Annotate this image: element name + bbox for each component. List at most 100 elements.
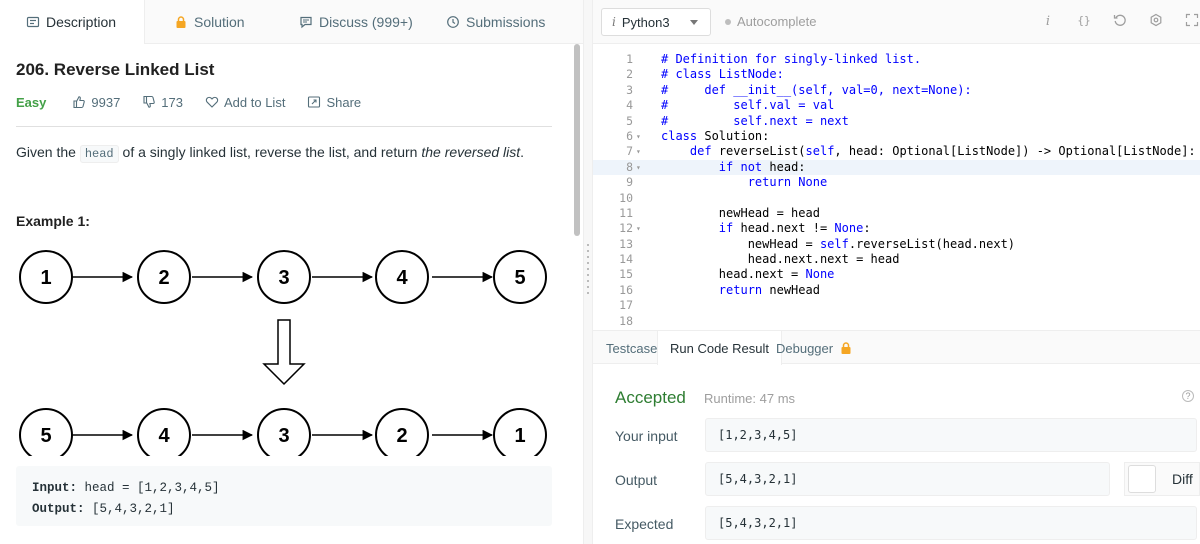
code-line: 12 ▾ if head.next != None:	[593, 221, 1200, 236]
tab-testcase[interactable]: Testcase	[606, 331, 657, 365]
code-line: 1 # Definition for singly-linked list.	[593, 52, 1200, 67]
line-number: 3	[626, 82, 633, 97]
pane-splitter[interactable]	[583, 0, 593, 544]
fullscreen-button[interactable]	[1184, 12, 1200, 28]
tab-discuss-label: Discuss (999+)	[319, 14, 413, 30]
code-text: newHead = self.reverseList(head.next)	[661, 236, 1016, 251]
result-status: Accepted	[615, 388, 686, 407]
expected-value: [5,4,3,2,1]	[718, 516, 798, 530]
braces-icon: {}	[1077, 14, 1090, 27]
code-line: 6 ▾ class Solution:	[593, 129, 1200, 144]
result-tabs: Testcase Run Code Result Debugger	[593, 330, 1200, 365]
tab-run-code-result[interactable]: Run Code Result	[657, 331, 782, 365]
svg-text:i: i	[1046, 14, 1050, 27]
code-editor[interactable]: 1 # Definition for singly-linked list. 2 # …	[593, 52, 1200, 330]
tab-solution[interactable]: Solution	[174, 0, 245, 44]
diff-toggle[interactable]: Diff	[1124, 462, 1200, 496]
diff-switch[interactable]	[1128, 465, 1156, 493]
line-number: 13	[619, 236, 633, 251]
code-text: newHead = head	[661, 205, 820, 220]
example-output: Output: [5,4,3,2,1]	[32, 499, 536, 520]
line-number: 2	[626, 67, 633, 82]
list-node: 5	[19, 408, 73, 456]
code-text: # self.val = val	[661, 98, 835, 113]
settings-button[interactable]	[1148, 12, 1164, 28]
lock-icon	[176, 16, 186, 28]
like-count: 9937	[91, 94, 121, 110]
code-line: 15 head.next = None	[593, 267, 1200, 282]
code-line: 10	[593, 191, 1200, 206]
line-number: 5	[626, 113, 633, 128]
language-select[interactable]: i Python3	[601, 8, 711, 36]
reset-button[interactable]	[1112, 12, 1128, 28]
editor-panel: i Python3 Autocomplete i {} 1 # Definitio…	[593, 0, 1200, 544]
tab-discuss[interactable]: Discuss (999+)	[299, 0, 413, 44]
autocomplete-label: Autocomplete	[737, 14, 817, 29]
svg-text:{}: {}	[1077, 14, 1090, 27]
code-text: head.next.next = head	[661, 252, 900, 267]
format-button[interactable]: {}	[1076, 12, 1092, 28]
difficulty-badge: Easy	[16, 94, 47, 110]
code-text: if not head:	[718, 159, 806, 174]
line-number: 17	[619, 298, 633, 313]
example-output-value: [5,4,3,2,1]	[84, 502, 175, 516]
code-text: # Definition for singly-linked list.	[661, 52, 922, 66]
line-number: 7	[626, 144, 633, 159]
description-scrollbar[interactable]	[574, 44, 580, 236]
diff-label: Diff	[1172, 471, 1193, 487]
dislike-button[interactable]: 173	[142, 95, 183, 110]
diagram-top-row: 1 2 3 4 5	[19, 250, 547, 304]
desc-text: Given the	[16, 144, 80, 160]
list-node: 3	[257, 250, 311, 304]
drag-handle-icon	[587, 244, 589, 294]
node-value: 4	[158, 425, 170, 447]
reset-icon	[1113, 14, 1126, 26]
code-text: return newHead	[718, 282, 820, 297]
expected-value-box: [5,4,3,2,1]	[705, 506, 1197, 540]
fold-toggle-icon[interactable]: ▾	[636, 221, 641, 236]
share-button[interactable]: Share	[307, 95, 361, 110]
share-icon	[308, 96, 321, 108]
help-icon[interactable]: ?	[1182, 390, 1194, 402]
list-node: 2	[375, 408, 429, 456]
fold-toggle-icon[interactable]: ▾	[636, 129, 641, 144]
code-text: # self.next = next	[661, 113, 849, 128]
node-value: 2	[158, 267, 169, 289]
tab-testcase-label: Testcase	[606, 340, 658, 356]
tab-submissions[interactable]: Submissions	[446, 0, 545, 44]
output-value: [5,4,3,2,1]	[718, 472, 798, 486]
problem-title: 206. Reverse Linked List	[16, 60, 215, 79]
node-value: 5	[40, 425, 51, 447]
fold-toggle-icon[interactable]: ▾	[636, 144, 641, 159]
linked-list-diagram: 1 2 3 4 5 5 4 3 2 1	[19, 250, 547, 456]
toggle-dot-icon	[725, 18, 731, 25]
code-line: 17	[593, 298, 1200, 313]
line-number: 6	[626, 128, 633, 143]
code-line: 5 # self.next = next	[593, 114, 1200, 129]
output-label: Output	[615, 472, 658, 488]
problem-tabs: Description Solution Discuss (999+) Subm…	[0, 0, 583, 44]
tab-debugger-label: Debugger	[776, 340, 834, 356]
thumbs-down-icon	[143, 95, 156, 108]
add-to-list-button[interactable]: Add to List	[205, 95, 285, 110]
autocomplete-toggle[interactable]: Autocomplete	[725, 14, 817, 29]
desc-text: of a singly linked list, reverse the lis…	[118, 144, 422, 160]
tab-debugger[interactable]: Debugger	[776, 331, 853, 365]
problem-meta: Easy 9937 173 Add to List Share	[16, 92, 383, 112]
like-button[interactable]: 9937	[72, 95, 120, 110]
fold-toggle-icon[interactable]: ▾	[636, 160, 641, 175]
node-value: 1	[40, 267, 51, 289]
info-button[interactable]: i	[1040, 12, 1056, 28]
tab-description[interactable]: Description	[0, 0, 145, 44]
code-text: # class ListNode:	[661, 67, 784, 82]
tab-solution-label: Solution	[194, 14, 245, 30]
gear-icon	[1150, 13, 1162, 27]
code-line: 11 newHead = head	[593, 206, 1200, 221]
diagram-bottom-row: 5 4 3 2 1	[19, 408, 547, 456]
share-label: Share	[326, 94, 362, 110]
example-input: Input: head = [1,2,3,4,5]	[32, 478, 536, 499]
line-number: 8	[626, 159, 633, 174]
line-number: 14	[619, 252, 633, 267]
input-value-box: [1,2,3,4,5]	[705, 418, 1197, 452]
example-input-value: head = [1,2,3,4,5]	[77, 481, 220, 495]
